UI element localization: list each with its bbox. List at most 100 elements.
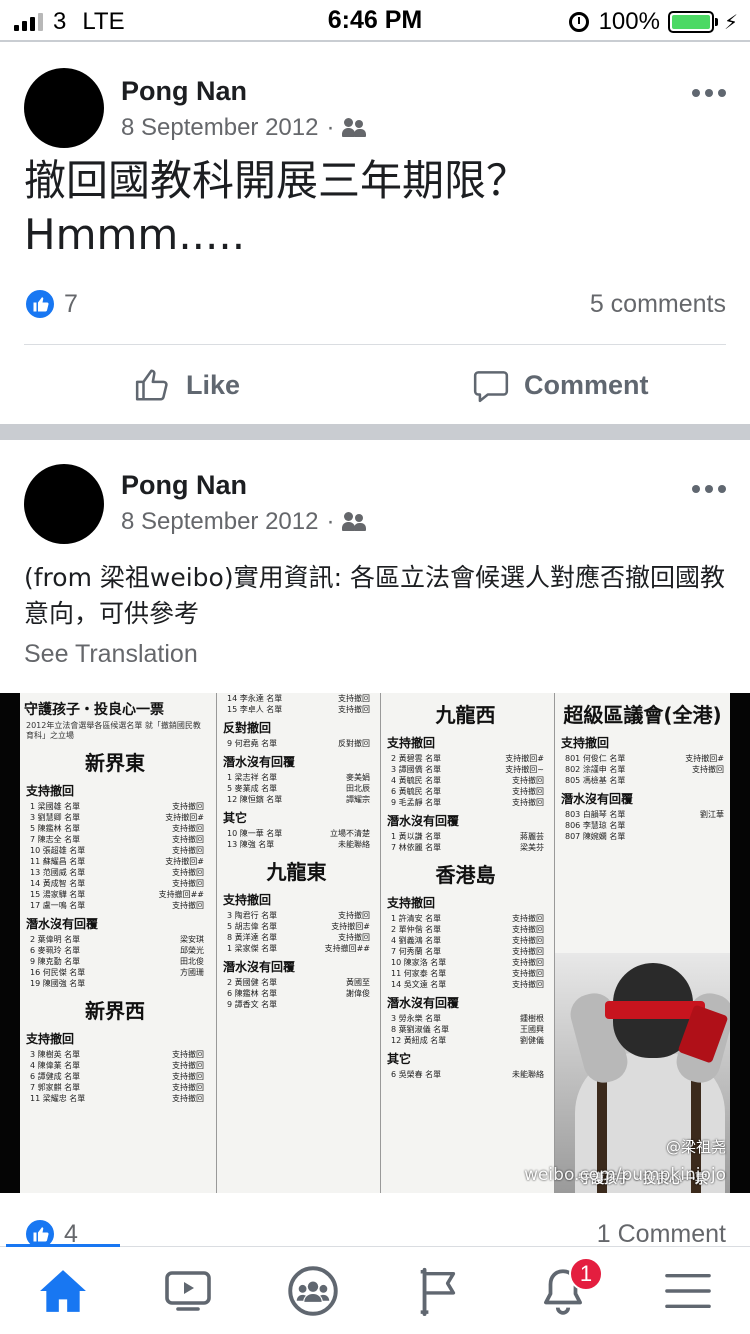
poster-candidate-row: 14 吳文遠 名單 支持撤回 xyxy=(381,979,550,990)
tab-pages[interactable] xyxy=(375,1247,500,1334)
poster-candidate-row: 7 郭家麒 名單 支持撤回 xyxy=(20,1082,210,1093)
avatar[interactable] xyxy=(24,464,104,544)
candidate-stance: 支持撤回 xyxy=(512,914,544,923)
poster-candidate-row: 9 譚香文 名單 xyxy=(217,999,376,1010)
candidate-name: 5 麥業成 名單 xyxy=(227,784,278,793)
candidate-stance: 支持撤回# xyxy=(685,754,724,763)
tab-notifications[interactable]: 1 xyxy=(500,1247,625,1334)
candidate-name: 6 譚健成 名單 xyxy=(30,1072,81,1081)
candidate-stance: 蔣麗芸 xyxy=(520,832,544,841)
see-translation-link[interactable]: See Translation xyxy=(24,640,198,669)
comment-button[interactable]: Comment xyxy=(472,366,649,404)
poster-candidate-row: 3 陳樹英 名單 支持撤回 xyxy=(20,1049,210,1060)
candidate-stance: 支持撤回 xyxy=(172,1050,204,1059)
alarm-icon xyxy=(568,12,589,32)
candidate-name: 1 梁志祥 名單 xyxy=(227,773,278,782)
candidate-stance: 支持撤回 xyxy=(338,933,370,942)
candidate-name: 7 何秀蘭 名單 xyxy=(391,947,442,956)
meta-separator: · xyxy=(326,508,335,535)
post-author[interactable]: Pong Nan xyxy=(121,470,247,501)
candidate-name: 4 黃毓民 名單 xyxy=(391,776,442,785)
candidate-name: 802 涂謹申 名單 xyxy=(565,765,626,774)
candidate-stance: 支持撤回# xyxy=(331,922,370,931)
candidate-stance: 黃國至 xyxy=(346,978,370,987)
candidate-stance: 支持撤回 xyxy=(692,765,724,774)
post-date[interactable]: 8 September 2012 xyxy=(121,114,318,142)
candidate-stance: 劉江華 xyxy=(700,810,724,819)
candidate-name: 2 葉偉明 名單 xyxy=(30,935,81,944)
candidate-stance: 支持撤回 xyxy=(172,1072,204,1081)
poster-candidate-row: 12 黃紐成 名單 劉健儀 xyxy=(381,1035,550,1046)
poster-candidate-row: 7 何秀蘭 名單 支持撤回 xyxy=(381,946,550,957)
candidate-name: 17 盧一鳴 名單 xyxy=(30,901,86,910)
candidate-stance: 支持撤回 xyxy=(512,798,544,807)
candidate-name: 8 葉劉淑儀 名單 xyxy=(391,1025,450,1034)
status-right: 100% ⚡ xyxy=(568,8,738,36)
poster-candidate-row: 13 陳強 名單 未能聯絡 xyxy=(217,839,376,850)
menu-icon xyxy=(664,1273,711,1309)
battery-percent: 100% xyxy=(598,8,660,35)
reaction-summary[interactable]: 7 5 comments xyxy=(24,288,726,322)
comments-count-link[interactable]: 5 comments xyxy=(590,288,726,320)
poster-candidate-row: 803 白韻琴 名單 劉江華 xyxy=(555,809,730,820)
candidate-name: 10 張超雄 名單 xyxy=(30,846,86,855)
poster-candidate-row: 6 陳鑑林 名單 謝偉俊 xyxy=(217,988,376,999)
poster-candidate-row: 805 馮檢基 名單 xyxy=(555,775,730,786)
poster-candidate-row: 17 盧一鳴 名單 支持撤回 xyxy=(20,900,210,911)
candidate-name: 9 毛孟靜 名單 xyxy=(391,798,442,807)
candidate-name: 14 李永達 名單 xyxy=(227,694,283,703)
candidate-stance: 支持撤回 xyxy=(172,846,204,855)
more-options-icon[interactable] xyxy=(692,485,726,493)
candidate-name: 12 陳恒鑌 名單 xyxy=(227,795,283,804)
poster-candidate-row: 9 陳克勤 名單 田北俊 xyxy=(20,956,210,967)
notification-badge: 1 xyxy=(569,1257,603,1291)
candidate-name: 7 陳志全 名單 xyxy=(30,835,81,844)
comment-label: Comment xyxy=(524,369,649,400)
bottom-tab-bar: 1 xyxy=(0,1246,750,1334)
candidate-name: 12 黃紐成 名單 xyxy=(391,1036,447,1045)
candidate-stance: 支持撤回 xyxy=(338,705,370,714)
more-options-icon[interactable] xyxy=(692,89,726,97)
post-date[interactable]: 8 September 2012 xyxy=(121,508,318,536)
poster-candidate-row: 1 梁志祥 名單 麥美娟 xyxy=(217,772,376,783)
post-meta: 8 September 2012 · xyxy=(121,114,367,142)
like-button[interactable]: Like xyxy=(134,366,240,404)
poster-stance-heading: 潛水沒有回覆 xyxy=(387,814,460,828)
post-image[interactable]: 守護孩子・投良心一票 2012年立法會選舉各區候選名單 就「撤銷國民教育科」之立… xyxy=(0,693,750,1193)
poster-candidate-row: 5 陳鑑林 名單 支持撤回 xyxy=(20,823,210,834)
candidate-name: 8 黃洋達 名單 xyxy=(227,933,278,942)
candidate-stance: 田北俊 xyxy=(180,957,204,966)
poster-candidate-row: 3 譚國僑 名單 支持撤回~ xyxy=(381,764,550,775)
poster-candidate-row: 14 黃成智 名單 支持撤回 xyxy=(20,878,210,889)
candidate-stance: 支持撤回 xyxy=(338,694,370,703)
candidate-stance: 支持撤回 xyxy=(172,868,204,877)
poster-candidate-row: 806 李慧琼 名單 xyxy=(555,820,730,831)
candidate-stance xyxy=(313,999,370,1010)
tab-groups[interactable] xyxy=(250,1247,375,1334)
candidate-stance: 支持撤回 xyxy=(172,879,204,888)
groups-icon xyxy=(287,1266,338,1316)
battery-icon xyxy=(667,11,718,33)
post-author[interactable]: Pong Nan xyxy=(121,76,247,107)
candidate-stance xyxy=(134,978,204,989)
poster-candidate-row: 11 梁耀忠 名單 支持撤回 xyxy=(20,1093,210,1104)
candidate-stance: 支持撤回~ xyxy=(505,765,544,774)
candidate-stance: 支持撤回 xyxy=(512,980,544,989)
tab-home[interactable] xyxy=(0,1247,125,1334)
poster-stance-heading: 支持撤回 xyxy=(387,896,436,910)
candidate-name: 14 吳文遠 名單 xyxy=(391,980,447,989)
poster-candidate-row: 6 吳榮春 名單 未能聯絡 xyxy=(381,1069,550,1080)
candidate-name: 13 范國威 名單 xyxy=(30,868,86,877)
poster-stance-heading: 支持撤回 xyxy=(387,736,436,750)
poster-candidate-row: 14 李永達 名單 支持撤回 xyxy=(217,693,376,704)
friends-icon xyxy=(342,512,367,532)
weibo-url-watermark: weibo.com/pumpkinjojo xyxy=(524,1165,726,1185)
candidate-stance: 梁安琪 xyxy=(180,935,204,944)
tab-menu[interactable] xyxy=(625,1247,750,1334)
thumbs-up-icon xyxy=(135,369,168,401)
candidate-stance: 王國興 xyxy=(520,1025,544,1034)
avatar[interactable] xyxy=(24,68,104,148)
candidate-name: 4 陳偉業 名單 xyxy=(30,1061,81,1070)
tab-watch[interactable] xyxy=(125,1247,250,1334)
candidate-stance: 支持撤回 xyxy=(512,936,544,945)
